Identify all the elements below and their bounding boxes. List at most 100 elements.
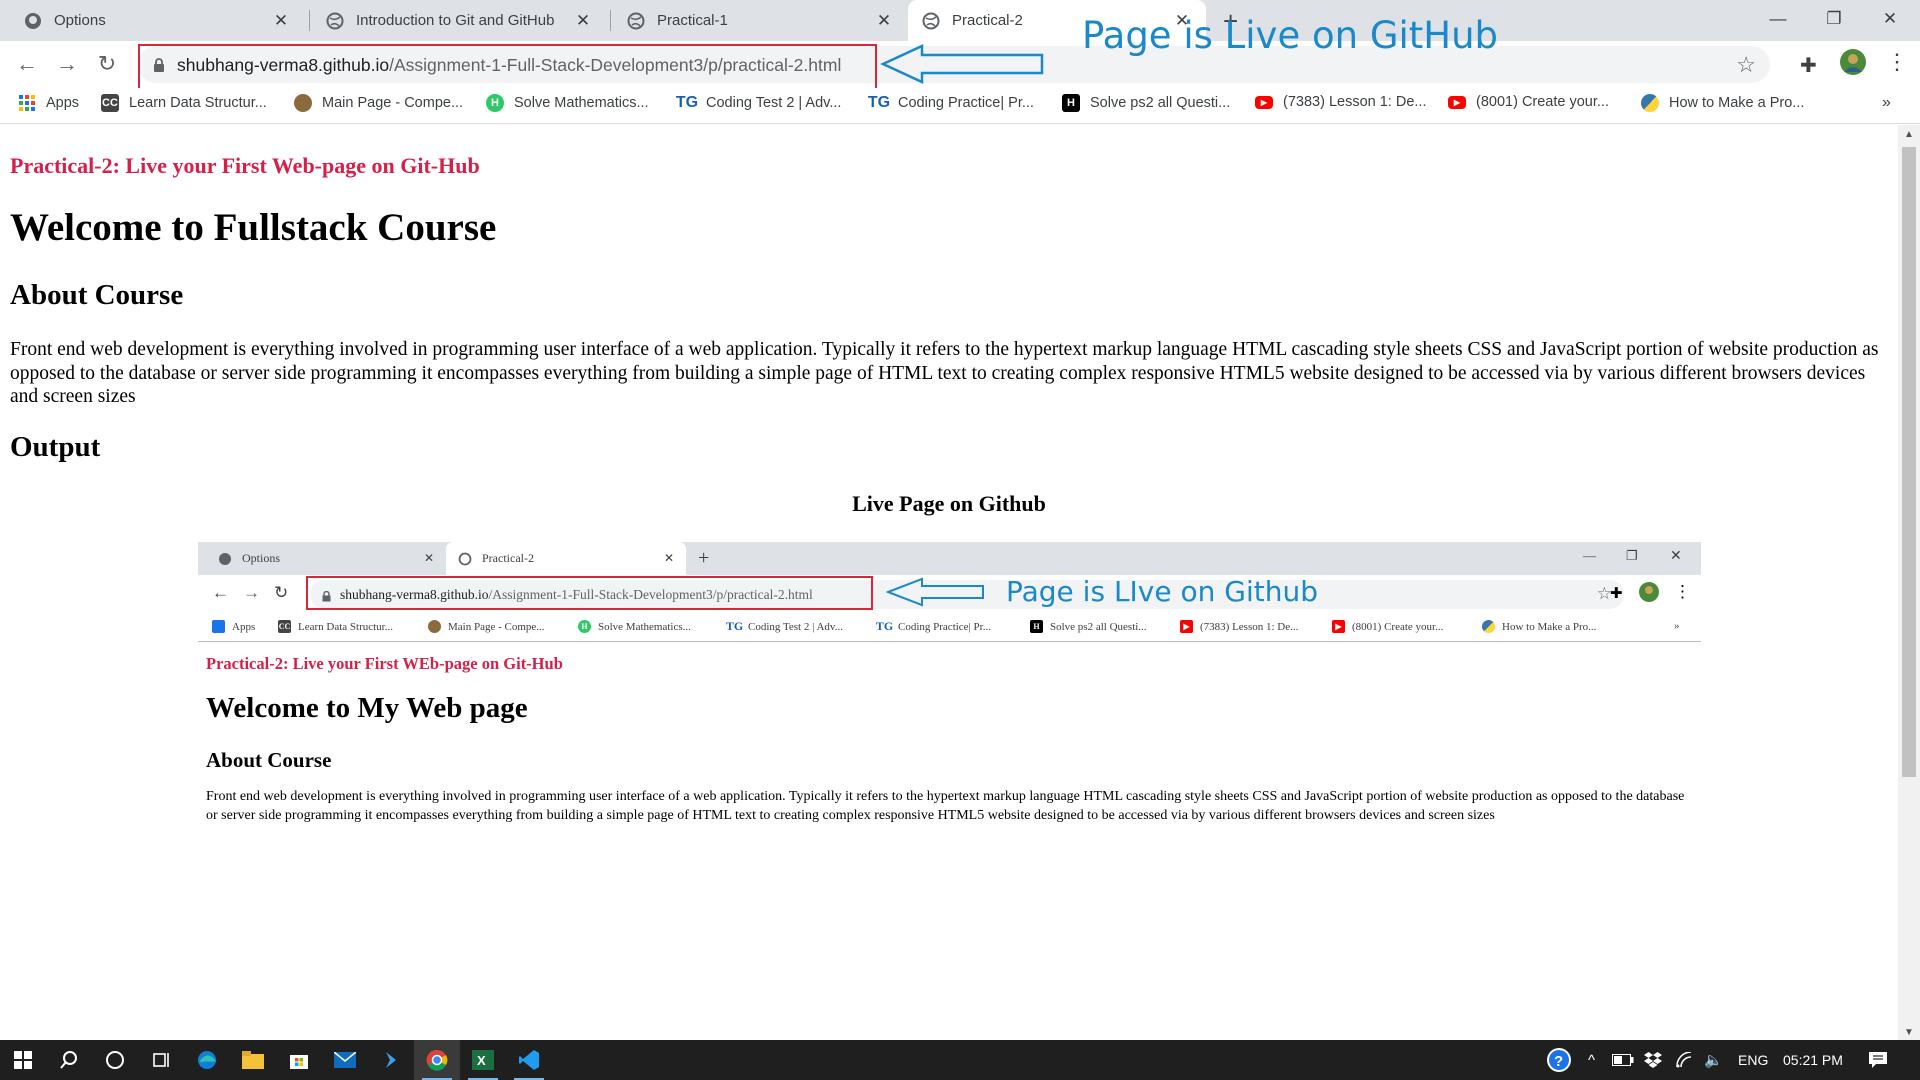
scroll-down-icon[interactable]: ▼ (1904, 1027, 1914, 1038)
bookmark-star-icon[interactable]: ☆ (1736, 52, 1756, 78)
youtube-icon: ▶ (1255, 95, 1273, 109)
codechef-cc-icon: CC (101, 94, 119, 112)
menu-icon: ⋮ (1674, 582, 1691, 601)
notifications-icon[interactable] (1868, 1040, 1888, 1080)
svg-text:?: ? (1554, 1053, 1563, 1070)
bookmark-coding-practice: TG Coding Practice| Pr... (875, 619, 991, 633)
minimize-icon[interactable]: — (1750, 0, 1806, 38)
figure-caption: Live Page on Github (852, 491, 1046, 516)
github-icon (24, 12, 42, 30)
bookmark-coding-practice[interactable]: TG Coding Practice| Pr... (867, 94, 1034, 112)
youtube-icon: ▶ (1448, 95, 1466, 109)
bookmark-solve-ps2[interactable]: H Solve ps2 all Questi... (1062, 94, 1230, 112)
back-icon: ← (212, 583, 229, 602)
store-icon[interactable] (276, 1040, 322, 1080)
language-indicator[interactable]: ENG (1738, 1040, 1768, 1080)
annotation-arrow-icon (880, 44, 1044, 84)
tab-separator (309, 10, 310, 31)
embedded-page-subtitle: Practical-2: Live your First WEb-page on… (206, 654, 563, 673)
page-subtitle: Practical-2: Live your First Web-page on… (10, 153, 480, 178)
bookmark-main-page: Main Page - Compe... (428, 620, 545, 633)
svg-text:X: X (477, 1053, 486, 1068)
volume-icon[interactable]: 🔈 (1704, 1040, 1723, 1080)
bookmark-create-your: ▶ (8001) Create your... (1332, 620, 1443, 633)
python-icon (1641, 94, 1659, 112)
vscode-icon[interactable] (506, 1040, 552, 1080)
close-icon[interactable]: ✕ (573, 11, 593, 31)
hackerrank-icon: H (578, 620, 591, 633)
embedded-about-paragraph: Front end web development is everything … (206, 789, 1685, 823)
bookmarks-overflow-button[interactable]: » (1882, 94, 1891, 112)
bookmark-solve-math: H Solve Mathematics... (578, 620, 691, 633)
scrollbar-thumb[interactable] (1902, 147, 1916, 777)
tab-practical-1[interactable]: Practical-1 ✕ (613, 0, 908, 41)
edge-icon[interactable] (184, 1040, 230, 1080)
hackerrank-icon: H (486, 94, 504, 112)
tg-icon: TG (867, 94, 891, 111)
extensions-icon: ✚ (1610, 586, 1623, 602)
tab-separator (610, 10, 611, 31)
windows-taskbar: X ? ^ 🔈 ENG 05:21 PM (0, 1040, 1920, 1080)
windows-start-icon[interactable] (0, 1040, 46, 1080)
bookmark-learn-ds: CC Learn Data Structur... (278, 620, 393, 633)
bookmark-apps[interactable]: Apps (18, 94, 79, 112)
help-icon[interactable]: ? (1545, 1040, 1573, 1080)
menu-icon[interactable]: ⋮ (1886, 49, 1908, 75)
tg-icon: TG (725, 619, 744, 633)
forward-icon[interactable]: → (54, 51, 80, 77)
embedded-page-title: Welcome to My Web page (206, 692, 528, 724)
tg-icon: TG (875, 619, 894, 633)
search-icon[interactable] (46, 1040, 92, 1080)
scroll-up-icon[interactable]: ▲ (1904, 129, 1914, 140)
tab-intro-git[interactable]: Introduction to Git and GitHub ✕ (312, 0, 607, 41)
task-view-icon[interactable] (138, 1040, 184, 1080)
chevron-up-icon[interactable]: ^ (1588, 1040, 1595, 1080)
close-window-icon[interactable]: ✕ (1862, 0, 1918, 38)
chrome-taskbar-icon[interactable] (414, 1040, 460, 1080)
back-icon[interactable]: ← (14, 51, 40, 77)
chef-hat-icon (428, 620, 441, 633)
embedded-url-highlight-box (306, 576, 873, 610)
wifi-icon[interactable] (1676, 1040, 1696, 1080)
file-explorer-icon[interactable] (230, 1040, 276, 1080)
close-window-icon: ✕ (1670, 549, 1682, 564)
page-scrollbar[interactable]: ▲ ▼ (1898, 125, 1920, 1040)
clock[interactable]: 05:21 PM (1783, 1040, 1843, 1080)
battery-icon[interactable] (1612, 1040, 1634, 1080)
extensions-icon[interactable]: ✚ (1800, 53, 1817, 78)
annotation-text: Page is Live on GitHub (1082, 14, 1499, 57)
tab-options[interactable]: Options ✕ (10, 0, 305, 41)
embedded-annotation-arrow-icon (886, 577, 984, 607)
close-icon[interactable]: ✕ (271, 11, 291, 31)
youtube-icon: ▶ (1180, 620, 1193, 633)
bookmark-lesson-1[interactable]: ▶ (7383) Lesson 1: De... (1255, 94, 1426, 110)
excel-icon[interactable]: X (460, 1040, 506, 1080)
close-icon: ✕ (663, 551, 674, 565)
bookmark-coding-test[interactable]: TG Coding Test 2 | Adv... (676, 94, 842, 112)
embedded-page-content: Practical-2: Live your First WEb-page on… (198, 642, 1701, 867)
bookmarks-overflow-icon: » (1674, 620, 1680, 632)
python-icon (1482, 620, 1495, 633)
powershell-icon[interactable] (368, 1040, 414, 1080)
reload-icon[interactable]: ↻ (94, 51, 120, 77)
globe-icon (326, 12, 344, 30)
globe-icon (458, 552, 472, 566)
cortana-icon[interactable] (92, 1040, 138, 1080)
embedded-bookmarks-bar: Apps CC Learn Data Structur... Main Page … (198, 613, 1701, 642)
codechef-cc-icon: CC (278, 620, 291, 633)
bookmark-learn-ds[interactable]: CC Learn Data Structur... (101, 94, 267, 112)
restore-icon[interactable]: ❐ (1806, 0, 1862, 38)
about-paragraph: Front end web development is everything … (10, 339, 1879, 407)
mail-icon[interactable] (322, 1040, 368, 1080)
bookmark-solve-math[interactable]: H Solve Mathematics... (486, 94, 649, 112)
hackerrank-black-icon: H (1030, 620, 1043, 633)
dropbox-icon[interactable] (1644, 1040, 1662, 1080)
avatar[interactable] (1839, 48, 1867, 82)
output-heading: Output (10, 431, 101, 463)
close-icon[interactable]: ✕ (874, 11, 894, 31)
restore-icon: ❐ (1626, 548, 1638, 563)
bookmark-how-to-make[interactable]: How to Make a Pro... (1641, 94, 1804, 112)
bookmark-create-your[interactable]: ▶ (8001) Create your... (1448, 94, 1609, 110)
bookmark-main-page[interactable]: Main Page - Compe... (294, 94, 463, 112)
bookmark-lesson-1: ▶ (7383) Lesson 1: De... (1180, 620, 1298, 633)
